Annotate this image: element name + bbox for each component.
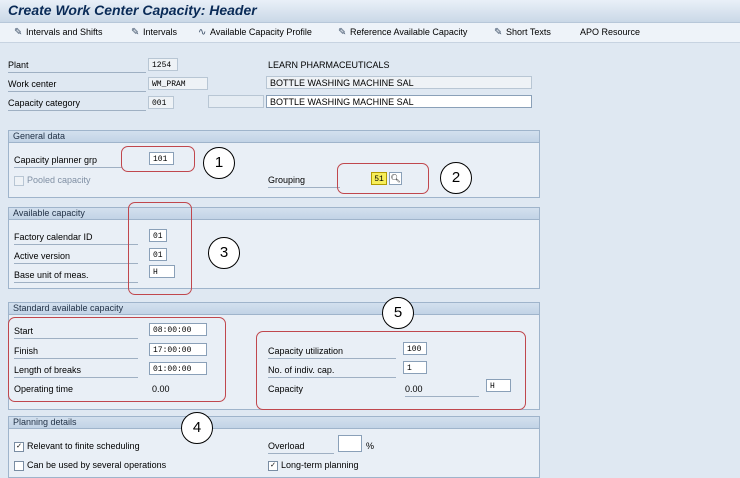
plant-description: LEARN PHARMACEUTICALS [268, 60, 390, 70]
active-version-label: Active version [14, 249, 138, 264]
marker-4: 4 [181, 412, 213, 444]
finite-scheduling-checkbox[interactable]: ✓ Relevant to finite scheduling [14, 439, 140, 453]
plant-label: Plant [8, 58, 146, 73]
annotation-ring-capacity [256, 331, 526, 410]
base-unit-label: Base unit of meas. [14, 268, 138, 283]
marker-2: 2 [440, 162, 472, 194]
available-capacity-title: Available capacity [9, 208, 539, 220]
annotation-ring-planner [121, 146, 195, 172]
checkmark-icon: ✓ [268, 460, 278, 471]
pencil-icon: ✎ [14, 27, 23, 38]
work-center-label: Work center [8, 77, 146, 92]
annotation-ring-grouping [337, 163, 429, 194]
empty-check-icon [14, 460, 24, 471]
pencil-icon: ✎ [131, 27, 140, 38]
marker-3: 3 [208, 237, 240, 269]
overload-field[interactable] [338, 435, 362, 452]
standard-capacity-title: Standard available capacity [9, 303, 539, 315]
pooled-capacity-checkbox[interactable]: Pooled capacity [14, 173, 91, 187]
marker-1: 1 [203, 147, 235, 179]
several-operations-checkbox[interactable]: Can be used by several operations [14, 458, 166, 472]
intervals-button[interactable]: ✎ Intervals [131, 25, 177, 40]
annotation-ring-available [128, 202, 192, 295]
factory-calendar-label: Factory calendar ID [14, 230, 138, 245]
annotation-ring-standard-times [8, 317, 226, 402]
long-term-planning-checkbox[interactable]: ✓ Long-term planning [268, 458, 359, 472]
short-texts-button[interactable]: ✎ Short Texts [494, 25, 551, 40]
reference-available-capacity-button[interactable]: ✎ Reference Available Capacity [338, 25, 467, 40]
planning-details-title: Planning details [9, 417, 539, 429]
capacity-category-description[interactable]: BOTTLE WASHING MACHINE SAL [266, 95, 532, 108]
marker-5: 5 [382, 297, 414, 329]
capacity-category-extra-field [208, 95, 264, 108]
apo-resource-button[interactable]: APO Resource [580, 25, 640, 40]
pencil-icon: ✎ [494, 27, 503, 38]
application-toolbar: ✎ Intervals and Shifts ✎ Intervals ∿ Availa… [0, 23, 740, 43]
profile-icon: ∿ [198, 27, 207, 38]
intervals-shifts-button[interactable]: ✎ Intervals and Shifts [14, 25, 103, 40]
plant-field: 1254 [148, 58, 178, 71]
available-capacity-profile-button[interactable]: ∿ Available Capacity Profile [198, 25, 312, 40]
pooled-capacity-check-icon [14, 175, 24, 186]
overload-label: Overload [268, 439, 334, 454]
grouping-label: Grouping [268, 173, 340, 188]
overload-percent-label: % [366, 441, 375, 451]
pencil-icon: ✎ [338, 27, 347, 38]
capacity-category-field: 001 [148, 96, 174, 109]
checkmark-icon: ✓ [14, 441, 24, 452]
work-center-description: BOTTLE WASHING MACHINE SAL [266, 76, 532, 89]
work-center-field: WM_PRAM [148, 77, 208, 90]
capacity-category-label: Capacity category [8, 96, 146, 111]
general-data-title: General data [9, 131, 539, 143]
page-title: Create Work Center Capacity: Header [8, 2, 257, 18]
title-bar: Create Work Center Capacity: Header [0, 0, 740, 23]
capacity-planner-label: Capacity planner grp [14, 153, 122, 168]
